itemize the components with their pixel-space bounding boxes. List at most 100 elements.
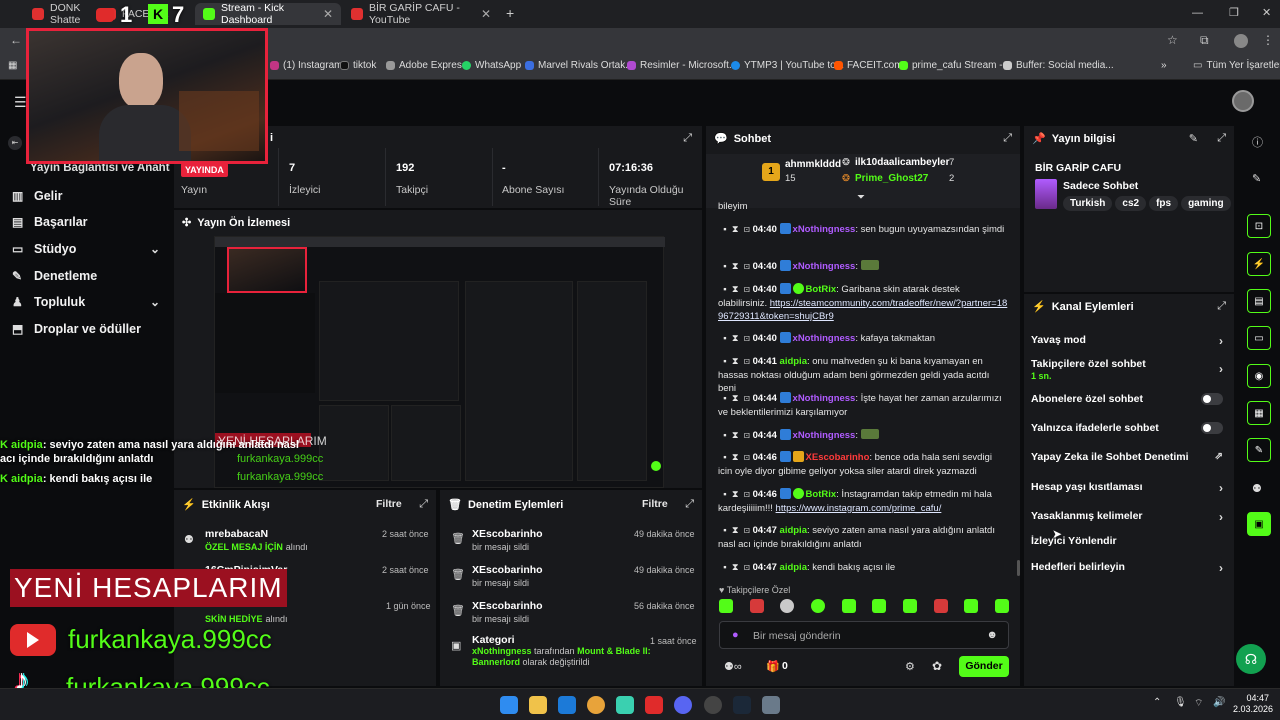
steam-icon[interactable] — [733, 696, 751, 714]
nav-item-basarilar[interactable]: ▤ Başarılar — [12, 215, 160, 229]
close-tab-icon[interactable]: ✕ — [323, 7, 333, 21]
expand-icon[interactable]: ⤢ — [685, 498, 694, 511]
support-chat-icon[interactable]: ☊ — [1236, 644, 1266, 674]
new-tab-icon[interactable]: + — [506, 5, 514, 21]
chat-scrollbar[interactable] — [1017, 560, 1020, 576]
maximize-icon[interactable]: ❐ — [1229, 6, 1239, 19]
discord-icon[interactable] — [674, 696, 692, 714]
action-subscribers-only[interactable]: Abonelere özel sohbet — [1031, 393, 1227, 407]
youtube-app-icon[interactable] — [645, 696, 663, 714]
microphone-tray-icon[interactable]: 🎙 — [1174, 697, 1187, 708]
chat-input[interactable]: ● Bir mesaj gönderin ☻ — [719, 621, 1009, 649]
bookmark-marvel[interactable]: Marvel Rivals Ortak... — [525, 60, 634, 71]
emote-icon[interactable] — [902, 599, 917, 613]
emote-icon[interactable] — [719, 599, 733, 613]
notes-button[interactable]: ▤ — [1247, 289, 1271, 313]
back-icon[interactable]: ← — [10, 33, 22, 47]
action-slow-mode[interactable]: Yavaş mod › — [1031, 334, 1227, 348]
emote-icon[interactable] — [841, 599, 856, 613]
hamburger-menu-icon[interactable]: ☰ — [14, 94, 27, 111]
bookmark-resimler[interactable]: Resimler - Microsoft... — [627, 60, 737, 71]
nav-item-denetleme[interactable]: ✎ Denetleme — [12, 269, 160, 283]
subscribers-only-toggle[interactable] — [1201, 393, 1223, 405]
chat-button[interactable]: ▭ — [1247, 326, 1271, 350]
send-button[interactable]: Gönder — [959, 656, 1009, 677]
minimize-icon[interactable]: — — [1192, 7, 1203, 19]
nav-item-gelir[interactable]: ▥ Gelir — [12, 189, 160, 203]
bookmark-buffer[interactable]: Buffer: Social media... — [1003, 60, 1114, 71]
top-supporter-1[interactable]: ahmmklddd — [785, 159, 841, 170]
bookmark-faceit[interactable]: FACEIT.com — [834, 60, 903, 71]
tab-kick-dashboard[interactable]: Stream - Kick Dashboard ✕ — [195, 2, 341, 26]
action-set-goals[interactable]: Hedefleri belirleyin › — [1031, 561, 1227, 575]
emote-picker-icon[interactable]: ✿ — [932, 659, 942, 673]
emote-icon[interactable] — [810, 599, 825, 613]
tag[interactable]: Turkish — [1063, 196, 1113, 211]
nav-item-studyo[interactable]: ▭ Stüdyo ⌄ — [12, 242, 160, 256]
star-icon[interactable]: ☆ — [1167, 33, 1178, 47]
layout-button[interactable]: ▦ — [1247, 401, 1271, 425]
wifi-icon[interactable]: ⌔ — [1194, 697, 1203, 710]
emote-icon[interactable] — [933, 599, 948, 613]
action-emote-only[interactable]: Yalnızca ifadelerle sohbet — [1031, 422, 1227, 436]
clip-button[interactable]: ⊡ — [1247, 214, 1271, 238]
action-account-age[interactable]: Hesap yaşı kısıtlaması › — [1031, 481, 1227, 495]
bookmark-whatsapp[interactable]: WhatsApp — [462, 60, 521, 71]
bookmark-adobe[interactable]: Adobe Express — [386, 60, 467, 71]
app-icon[interactable] — [762, 696, 780, 714]
expand-icon[interactable]: ⤢ — [1217, 300, 1226, 313]
emote-icon[interactable] — [964, 599, 979, 613]
action-ai-moderation[interactable]: Yapay Zeka ile Sohbet Denetimi ⇗ — [1031, 451, 1227, 465]
channel-points-icon[interactable]: ⚉∞ — [724, 660, 742, 673]
emoji-icon[interactable]: ☻ — [986, 629, 998, 641]
bookmark-prime-cafu[interactable]: prime_cafu Stream -... — [899, 60, 1011, 71]
expand-icon[interactable]: ⤢ — [683, 132, 692, 145]
windows-start-icon[interactable] — [500, 696, 518, 714]
taskbar-clock[interactable]: 04:47 2.03.2026 — [1233, 693, 1273, 715]
tab-donk[interactable]: DONK Shatte — [24, 2, 94, 26]
chrome-icon[interactable] — [587, 696, 605, 714]
app-icon[interactable] — [616, 696, 634, 714]
gift-icon[interactable]: 🎁 — [766, 660, 780, 673]
bookmark-tiktok[interactable]: tiktok — [340, 60, 376, 71]
nav-item-droplar[interactable]: ⬒ Droplar ve ödüller — [12, 322, 160, 336]
bookmark-ytmp3[interactable]: YTMP3 | YouTube to... — [731, 60, 844, 71]
emote-icon[interactable] — [872, 599, 887, 613]
tag[interactable]: gaming — [1181, 196, 1231, 211]
apps-icon[interactable]: ▦ — [8, 60, 17, 71]
volume-icon[interactable]: 🔊 — [1213, 697, 1225, 708]
emote-icon[interactable] — [994, 599, 1009, 613]
all-bookmarks[interactable]: ▭ Tüm Yer İşaretleri — [1193, 60, 1280, 71]
profile-avatar[interactable] — [1234, 34, 1248, 48]
wrench-button[interactable]: ✎ — [1247, 438, 1271, 462]
extensions-icon[interactable]: ⧉ — [1200, 33, 1209, 48]
file-explorer-icon[interactable] — [529, 696, 547, 714]
tag[interactable]: fps — [1149, 196, 1179, 211]
tray-chevron-icon[interactable]: ⌃ — [1153, 697, 1161, 708]
stream-category[interactable]: Sadece Sohbet — [1063, 180, 1138, 192]
bolt-button[interactable]: ⚡ — [1247, 252, 1271, 276]
nav-item-topluluk[interactable]: ♟ Topluluk ⌄ — [12, 295, 160, 309]
action-followers-only[interactable]: Takipçilere özel sohbet 1 sn. › — [1031, 358, 1227, 384]
menu-icon[interactable]: ⋮ — [1262, 33, 1274, 47]
edit-icon[interactable]: ✎ — [1189, 132, 1198, 145]
outlook-icon[interactable] — [558, 696, 576, 714]
emote-icon[interactable] — [780, 599, 795, 613]
community-icon[interactable]: ⚉ — [1252, 482, 1262, 495]
close-window-icon[interactable]: ✕ — [1262, 6, 1271, 19]
activity-filter-button[interactable]: Filtre — [376, 498, 402, 510]
expand-icon[interactable]: ⤢ — [419, 498, 428, 511]
expand-icon[interactable]: ⤢ — [1003, 132, 1012, 145]
collapse-sidebar-icon[interactable]: ⇤ — [8, 136, 22, 150]
top-supporter-3[interactable]: Prime_Ghost27 — [855, 173, 928, 184]
more-bookmarks-icon[interactable]: » — [1161, 60, 1167, 71]
game-button[interactable]: ▣ — [1247, 512, 1271, 536]
close-tab-icon[interactable]: ✕ — [481, 7, 491, 21]
tab-youtube[interactable]: BİR GARİP CAFU - YouTube ✕ — [343, 2, 499, 26]
expand-icon[interactable]: ⤢ — [1217, 132, 1226, 145]
top-supporter-2[interactable]: ilk10daalicambeyler — [855, 157, 950, 168]
broadcast-button[interactable]: ◉ — [1247, 364, 1271, 388]
emote-only-toggle[interactable] — [1201, 422, 1223, 434]
moderation-filter-button[interactable]: Filtre — [642, 498, 668, 510]
edit-icon[interactable]: ✎ — [1252, 172, 1261, 185]
